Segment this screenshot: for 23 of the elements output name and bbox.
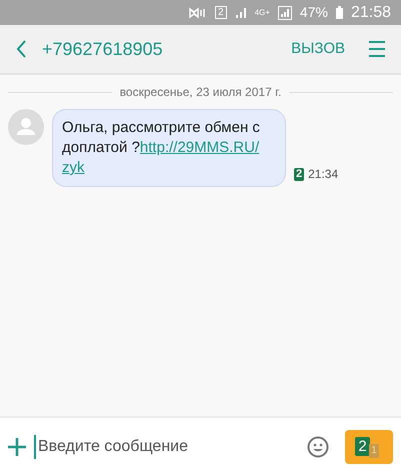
back-button[interactable] <box>16 40 26 58</box>
network-label: 4G+ <box>254 8 270 17</box>
clock: 21:58 <box>350 2 391 22</box>
sim-indicator: 2 <box>215 6 227 19</box>
menu-button[interactable] <box>369 41 385 57</box>
contact-number: +79627618905 <box>42 38 164 60</box>
message-time: 21:34 <box>308 166 338 183</box>
battery-level: 47% <box>300 3 328 22</box>
message-link[interactable]: zyk <box>62 159 84 176</box>
mute-icon <box>189 6 208 18</box>
battery-icon <box>336 6 343 19</box>
emoji-button[interactable] <box>307 436 329 458</box>
message-text: Ольга, рассмотрите обмен с доплатой ?http://29MMS.RU/ zyk <box>52 109 286 187</box>
signal-icon <box>234 6 247 18</box>
message-link[interactable]: http://29MMS.RU/ <box>140 139 260 156</box>
date-divider: воскресенье, 23 июля 2017 г. <box>120 84 282 101</box>
send-button[interactable]: 2 1 <box>345 430 393 464</box>
sim-badge: 2 <box>294 168 304 180</box>
add-button[interactable] <box>8 438 26 456</box>
signal-icon <box>278 6 292 20</box>
call-button[interactable]: ВЫЗОВ <box>291 38 345 60</box>
avatar-icon <box>8 109 44 145</box>
message-input[interactable]: Введите сообщение <box>34 435 284 459</box>
